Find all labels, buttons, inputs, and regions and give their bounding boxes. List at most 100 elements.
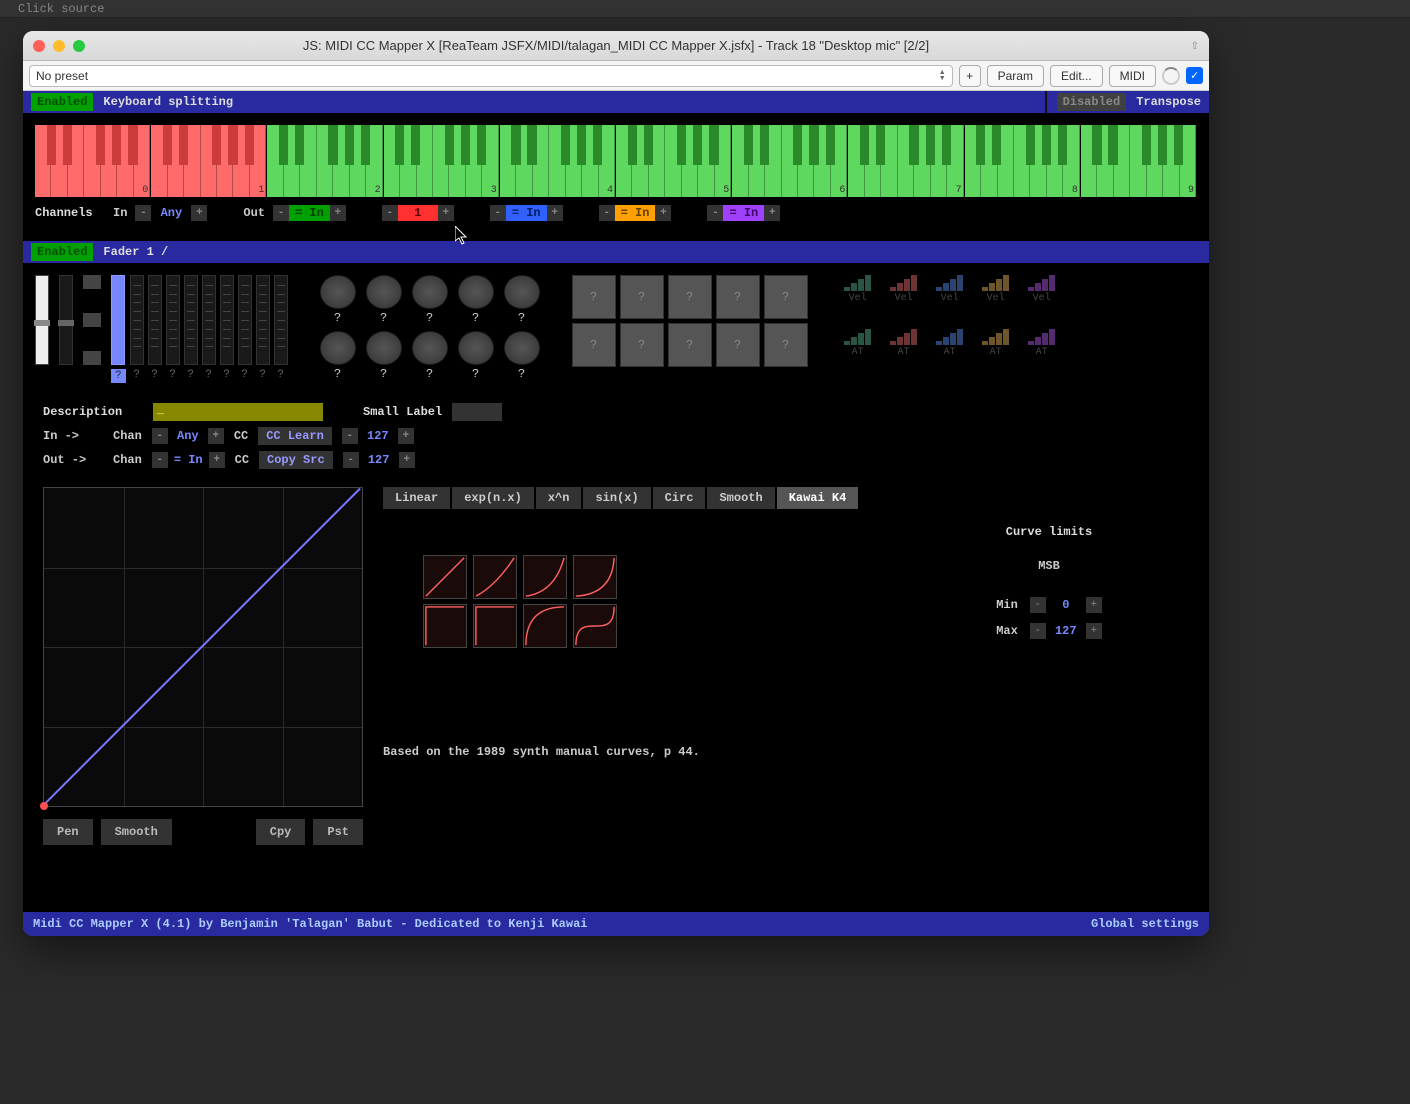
copy-src-button[interactable]: Copy Src <box>259 451 333 469</box>
fader-slider[interactable]: ? <box>220 275 234 383</box>
pad[interactable]: ? <box>620 323 664 367</box>
plus-button[interactable]: + <box>438 205 454 221</box>
pad[interactable]: ? <box>716 275 760 319</box>
velocity-cell[interactable]: AT <box>884 329 924 377</box>
in-chan-value[interactable]: Any <box>168 428 208 444</box>
curve-graph[interactable] <box>43 487 363 807</box>
copy-button[interactable]: Cpy <box>256 819 306 845</box>
minus-button[interactable]: - <box>343 452 359 468</box>
max-value[interactable]: 127 <box>1046 623 1086 639</box>
knob[interactable]: ? <box>502 275 542 325</box>
octave[interactable]: 1 <box>151 125 267 197</box>
octave[interactable]: 4 <box>500 125 616 197</box>
smooth-button[interactable]: Smooth <box>101 819 172 845</box>
zoom-icon[interactable] <box>73 40 85 52</box>
kb-enabled-badge[interactable]: Enabled <box>31 93 93 111</box>
fader-slider[interactable]: ? <box>256 275 270 383</box>
plus-button[interactable]: + <box>655 205 671 221</box>
fader-slider[interactable]: ? <box>111 275 126 383</box>
minus-button[interactable]: - <box>599 205 615 221</box>
curve-tab[interactable]: Smooth <box>707 487 774 509</box>
curve-shape[interactable] <box>473 555 517 599</box>
fader-slider[interactable]: ? <box>274 275 288 383</box>
knob[interactable]: ? <box>318 275 358 325</box>
octave[interactable]: 8 <box>965 125 1081 197</box>
paste-button[interactable]: Pst <box>313 819 363 845</box>
minus-button[interactable]: - <box>490 205 506 221</box>
octave[interactable]: 3 <box>384 125 500 197</box>
minus-button[interactable]: - <box>273 205 289 221</box>
curve-shape[interactable] <box>523 604 567 648</box>
out2-value[interactable]: 1 <box>398 205 438 221</box>
out4-value[interactable]: = In <box>615 205 656 221</box>
pin-icon[interactable]: ⇧ <box>1191 37 1199 54</box>
plus-button[interactable]: + <box>764 205 780 221</box>
pad[interactable]: ? <box>620 275 664 319</box>
velocity-cell[interactable]: Vel <box>930 275 970 323</box>
fader-slider[interactable]: ? <box>184 275 198 383</box>
knob[interactable]: ? <box>364 331 404 381</box>
in-cc-value[interactable]: 127 <box>358 428 398 444</box>
knob[interactable]: ? <box>456 275 496 325</box>
curve-shape[interactable] <box>573 555 617 599</box>
pad[interactable]: ? <box>668 323 712 367</box>
fader-slider[interactable]: ? <box>238 275 252 383</box>
curve-tab[interactable]: sin(x) <box>583 487 650 509</box>
pad[interactable]: ? <box>764 275 808 319</box>
out3-value[interactable]: = In <box>506 205 547 221</box>
knob[interactable]: ? <box>410 331 450 381</box>
plus-button[interactable]: + <box>1086 623 1102 639</box>
midi-button[interactable]: MIDI <box>1109 65 1156 87</box>
keyboard-split[interactable]: 0123456789 <box>35 125 1197 197</box>
titlebar[interactable]: JS: MIDI CC Mapper X [ReaTeam JSFX/MIDI/… <box>23 31 1209 61</box>
curve-tab[interactable]: exp(n.x) <box>452 487 534 509</box>
curve-shape[interactable] <box>423 604 467 648</box>
curve-tab[interactable]: x^n <box>536 487 582 509</box>
plus-button[interactable]: + <box>191 205 207 221</box>
knob[interactable]: ? <box>410 275 450 325</box>
curve-shape[interactable] <box>523 555 567 599</box>
minus-button[interactable]: - <box>342 428 358 444</box>
plus-button[interactable]: + <box>330 205 346 221</box>
velocity-cell[interactable]: AT <box>930 329 970 377</box>
fader-slider[interactable]: ? <box>166 275 180 383</box>
velocity-cell[interactable]: AT <box>1022 329 1062 377</box>
min-value[interactable]: 0 <box>1046 597 1086 613</box>
fader-slider[interactable]: ? <box>202 275 216 383</box>
octave[interactable]: 0 <box>35 125 151 197</box>
pad[interactable]: ? <box>764 323 808 367</box>
bank-buttons[interactable] <box>83 275 101 365</box>
octave[interactable]: 6 <box>732 125 848 197</box>
plus-button[interactable]: + <box>547 205 563 221</box>
fader-enabled-badge[interactable]: Enabled <box>31 243 93 261</box>
plus-button[interactable]: + <box>398 428 414 444</box>
main-slider[interactable] <box>35 275 49 365</box>
knob[interactable]: ? <box>318 331 358 381</box>
curve-tab[interactable]: Linear <box>383 487 450 509</box>
description-input[interactable]: _ <box>153 403 323 421</box>
small-label-input[interactable] <box>452 403 502 421</box>
curve-tab[interactable]: Circ <box>653 487 706 509</box>
octave[interactable]: 2 <box>267 125 383 197</box>
transpose-disabled-badge[interactable]: Disabled <box>1057 93 1127 111</box>
plus-button[interactable]: + <box>209 452 225 468</box>
minus-button[interactable]: - <box>1030 623 1046 639</box>
minus-button[interactable]: - <box>135 205 151 221</box>
velocity-cell[interactable]: Vel <box>884 275 924 323</box>
curve-shape[interactable] <box>473 604 517 648</box>
minus-button[interactable]: - <box>152 452 168 468</box>
out1-value[interactable]: = In <box>289 205 330 221</box>
global-settings-button[interactable]: Global settings <box>1091 917 1199 931</box>
curve-tab[interactable]: Kawai K4 <box>777 487 859 509</box>
pen-button[interactable]: Pen <box>43 819 93 845</box>
in-channel-value[interactable]: Any <box>151 205 191 221</box>
preset-select[interactable]: No preset ▲▼ <box>29 65 953 87</box>
enabled-checkbox[interactable]: ✓ <box>1186 67 1203 84</box>
curve-point-icon[interactable] <box>40 802 48 810</box>
knob[interactable]: ? <box>502 331 542 381</box>
minus-button[interactable]: - <box>707 205 723 221</box>
knob[interactable]: ? <box>364 275 404 325</box>
pad[interactable]: ? <box>572 323 616 367</box>
velocity-cell[interactable]: Vel <box>976 275 1016 323</box>
minus-button[interactable]: - <box>382 205 398 221</box>
